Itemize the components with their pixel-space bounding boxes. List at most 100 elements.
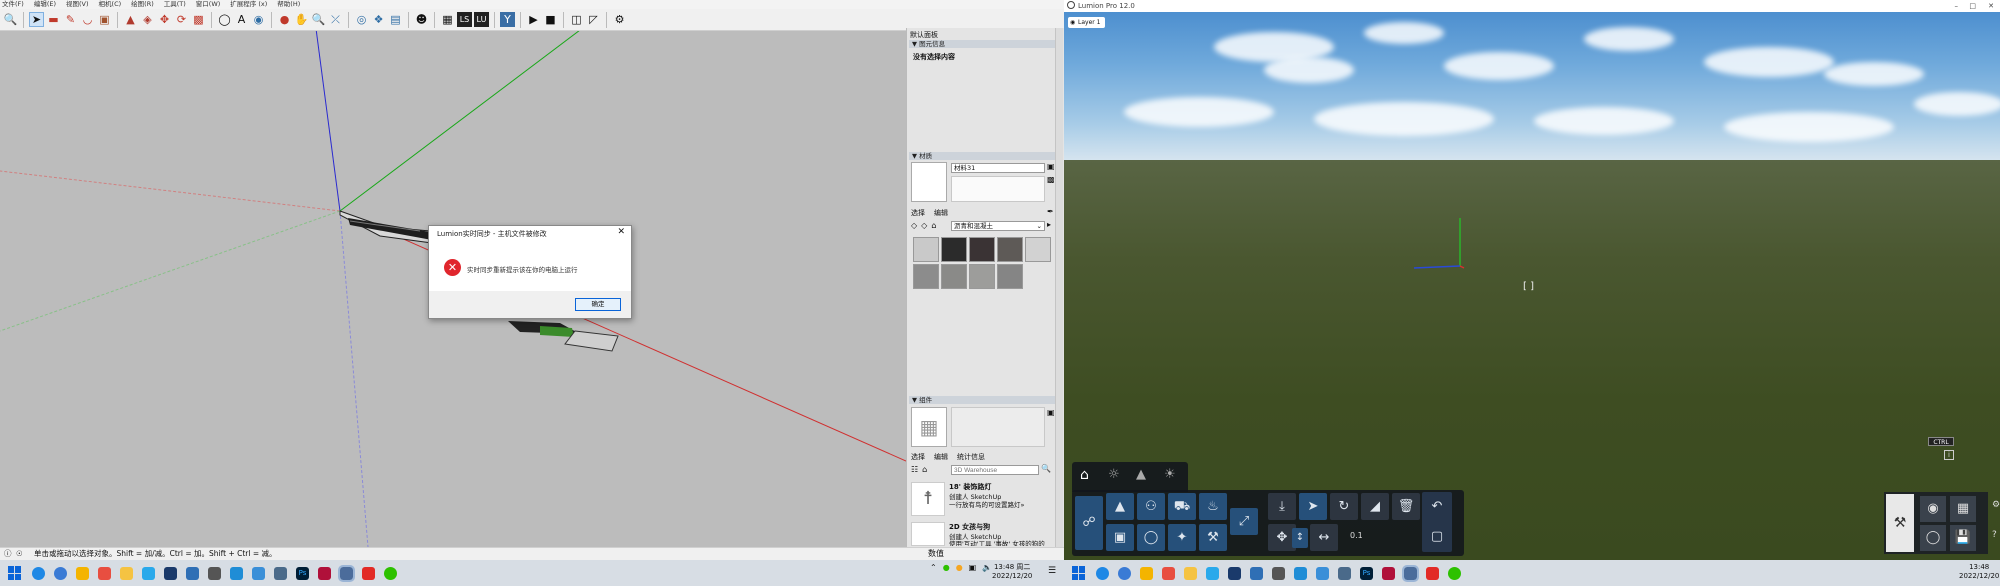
app-icon[interactable] [98,566,111,580]
acrobat-icon[interactable] [1426,566,1439,580]
acrobat-icon[interactable] [362,566,375,580]
zoom-icon[interactable]: 🔍 [311,12,326,27]
component-details-icon[interactable]: ▣ [1047,408,1055,417]
layer-chip[interactable]: ◉ Layer 1 [1068,17,1105,28]
folder-icon[interactable] [76,566,89,580]
warehouse-search-input[interactable] [951,465,1039,475]
material-swatch[interactable] [913,264,939,289]
text-icon[interactable]: A [234,12,249,27]
material-category-select[interactable]: 沥青和混凝土 ⌄ [951,221,1045,231]
menu-file[interactable]: 文件(F) [2,0,24,9]
info-icon[interactable]: ⓘ [4,548,12,560]
chevron-up-icon[interactable]: ⌃ [930,563,937,572]
select-icon[interactable]: ➤ [1299,493,1327,520]
object-library-icon[interactable]: ⤢ [1230,508,1258,535]
material-swatch[interactable] [941,237,967,262]
panorama-mode-icon[interactable]: ◯ [1920,525,1946,551]
app-icon[interactable] [252,566,265,580]
movie-mode-icon[interactable]: ▦ [1950,496,1976,522]
view-options-icon[interactable]: ☷ [911,465,918,474]
tray-scrollbar[interactable] [1055,28,1063,547]
rotate-icon[interactable]: ⟳ [174,12,189,27]
home-icon[interactable]: ⌂ [1080,467,1089,483]
tool-icon[interactable]: ◸ [586,12,601,27]
undo-icon[interactable]: ↶ ▢ [1422,492,1452,552]
details-icon[interactable]: ▸ [1047,220,1051,229]
menu-view[interactable]: 视图(V) [66,0,89,9]
info-icon[interactable]: i [1944,450,1954,460]
app-icon[interactable] [318,566,331,580]
clock[interactable]: 13:48 周二 2022/12/20 [992,563,1032,581]
search-icon[interactable]: 🔍 [1041,464,1051,473]
component-item[interactable]: ☨ 18' 装饰路灯 创建人 SketchUp 一行放有鸟的可设置路灯» [911,482,1049,518]
follow-me-icon[interactable]: ◈ [140,12,155,27]
close-icon[interactable]: ✕ [1988,0,1994,12]
zoom-extents-icon[interactable]: ⤫ [328,12,343,27]
wechat-icon[interactable] [1448,566,1461,580]
search-icon[interactable]: 🔍 [3,12,18,27]
app-icon[interactable] [338,564,355,582]
sketchup-icon[interactable] [1228,566,1241,580]
app-icon[interactable] [1294,566,1307,580]
app-icon[interactable] [1402,564,1419,582]
app-icon[interactable] [186,566,199,580]
trash-icon[interactable]: 🗑 [1392,493,1420,520]
material-swatch[interactable] [913,237,939,262]
system-tray-icons[interactable]: ⌃ ● ● ▣ 🔈 [930,563,992,572]
pan-icon[interactable]: ✋ [294,12,309,27]
select-tool-icon[interactable]: ➤ [29,12,44,27]
app-icon[interactable] [1162,566,1175,580]
eraser-icon[interactable]: ▬ [46,12,61,27]
tray-icon[interactable]: ● [943,563,950,572]
forward-icon[interactable]: ◇ [921,221,927,230]
photoshop-icon[interactable]: Ps [1360,566,1373,580]
back-icon[interactable]: ◇ [911,221,917,230]
comp-tab-select[interactable]: 选择 [911,452,925,462]
material-cube-icon[interactable]: ▩ [1047,175,1055,184]
menu-help[interactable]: 帮助(H) [277,0,300,9]
push-pull-icon[interactable]: ▲ [123,12,138,27]
gear-icon[interactable]: ⚙ [612,12,627,27]
tab-select[interactable]: 选择 [911,208,925,218]
minimize-icon[interactable]: – [1955,0,1959,12]
app-icon[interactable] [274,566,287,580]
material-swatch[interactable] [941,264,967,289]
furniture-icon[interactable]: ♨ [1199,493,1227,520]
build-mode-icon[interactable]: ⚒ [1886,494,1914,552]
tray-icon[interactable]: ● [956,563,963,572]
menu-extensions[interactable]: 扩展程序 (x) [230,0,267,9]
help-icon[interactable]: ? [1992,530,1997,540]
lumion-sync-icon[interactable]: LS [457,12,472,27]
materials-header[interactable]: ▼ 材质 [909,152,1059,160]
weather-icon[interactable]: ☼ [1108,467,1120,482]
orbit-icon[interactable]: ● [277,12,292,27]
component-item[interactable]: 2D 女孩与狗 创建人 SketchUp 使用'互动'工具 '事故' 女孩的狗的 [911,522,1049,546]
edge-icon[interactable] [54,566,67,580]
rectangle-icon[interactable]: ▣ [97,12,112,27]
photoshop-icon[interactable]: Ps [296,566,309,580]
effects-icon[interactable]: ✦ [1168,524,1196,551]
lumion-export-icon[interactable]: ▦ [440,12,455,27]
help-icon[interactable]: ☉ [16,548,23,560]
comp-tab-stats[interactable]: 统计信息 [957,452,985,462]
sketchup-icon[interactable] [164,566,177,580]
measurements-box[interactable]: 数值 [906,547,1064,560]
stop-icon[interactable]: ■ [543,12,558,27]
clock[interactable]: 13:48 2022/12/20 [1959,563,1999,581]
light-icon[interactable]: ◯ [1137,524,1165,551]
close-icon[interactable]: ✕ [617,227,625,237]
folder-icon[interactable] [1184,566,1197,580]
app-icon[interactable] [1250,566,1263,580]
wechat-icon[interactable] [384,566,397,580]
create-material-icon[interactable]: ▣ [1047,162,1055,171]
rotate-icon[interactable]: ↻ [1330,493,1358,520]
tab-edit[interactable]: 编辑 [934,208,948,218]
components-header[interactable]: ▼ 组件 [909,396,1059,404]
app-icon[interactable] [1316,566,1329,580]
home-icon[interactable]: ⌂ [922,465,927,474]
drawing-viewport[interactable]: Lumion实时同步 - 主机文件被修改 ✕ ✕ 实时同步重新提示该在你的电脑上… [0,31,906,547]
play-icon[interactable]: ▶ [526,12,541,27]
telegram-icon[interactable] [142,566,155,580]
app-icon[interactable] [1382,566,1395,580]
material-swatch[interactable] [997,264,1023,289]
